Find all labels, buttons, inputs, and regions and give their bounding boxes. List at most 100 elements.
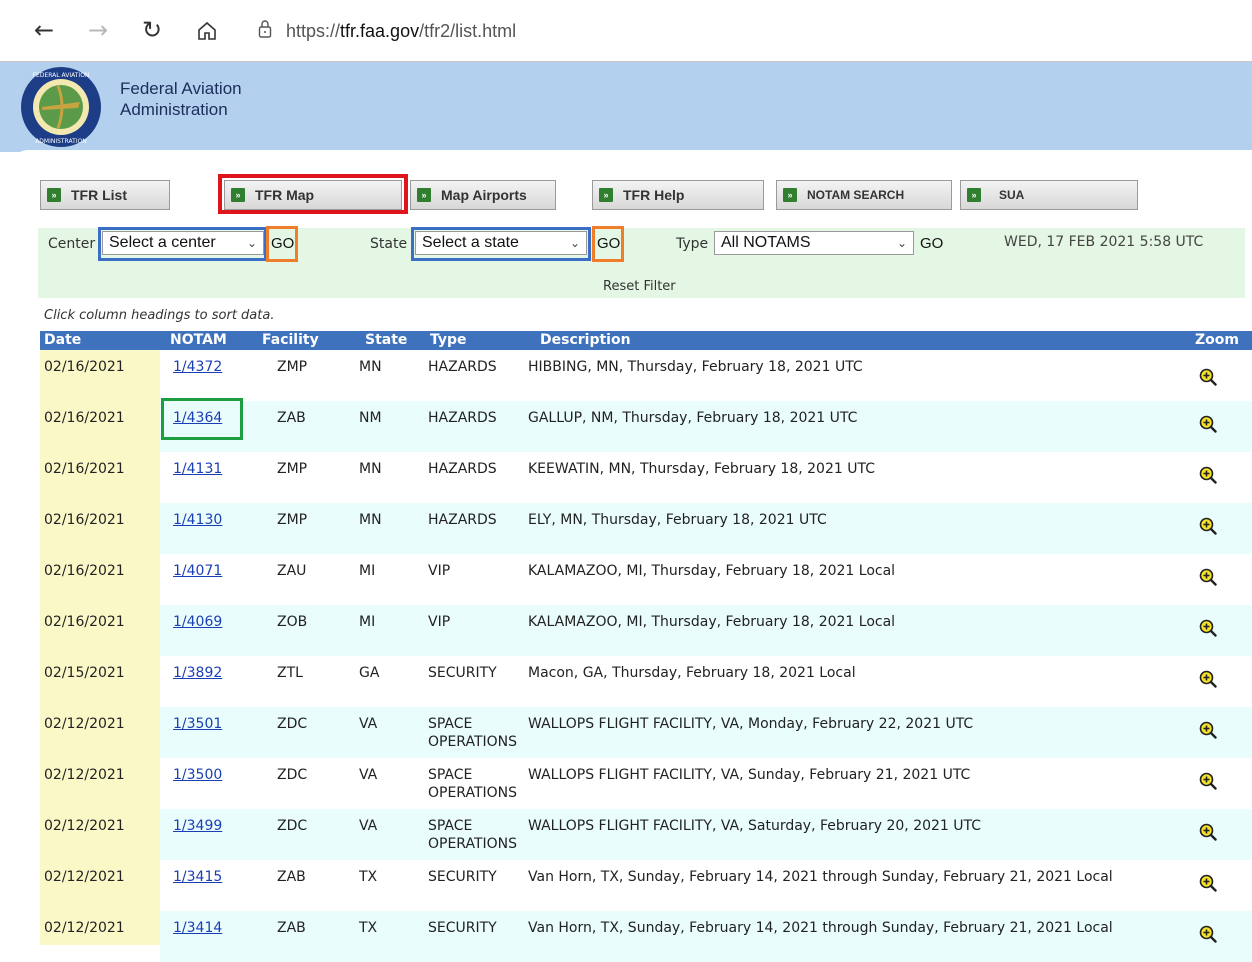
notam-link[interactable]: 1/4071 — [173, 562, 222, 580]
home-icon[interactable] — [196, 20, 218, 42]
tab-notam-search[interactable]: » NOTAM SEARCH — [776, 180, 952, 210]
url-domain: tfr.faa.gov — [340, 21, 420, 41]
type-go-button[interactable]: GO — [920, 235, 943, 252]
cell-date: 02/16/2021 — [44, 410, 125, 426]
double-chevron-icon: » — [783, 188, 797, 202]
column-header-type[interactable]: Type — [430, 331, 467, 350]
zoom-in-icon[interactable] — [1199, 772, 1217, 790]
state-go-button[interactable]: GO — [597, 235, 620, 252]
cell-date: 02/12/2021 — [44, 920, 125, 936]
column-header-date[interactable]: Date — [44, 331, 81, 350]
double-chevron-icon: » — [417, 188, 431, 202]
tab-label: TFR Map — [255, 187, 315, 203]
zoom-in-icon[interactable] — [1199, 823, 1217, 841]
column-header-facility[interactable]: Facility — [262, 331, 319, 350]
notam-link[interactable]: 1/4131 — [173, 460, 222, 478]
cell-date: 02/16/2021 — [44, 563, 125, 579]
tab-tfr-list[interactable]: » TFR List — [40, 180, 170, 210]
cell-facility: ZMP — [277, 359, 308, 375]
cell-type-line2: OPERATIONS — [428, 836, 518, 852]
cell-description: WALLOPS FLIGHT FACILITY, VA, Sunday, Feb… — [528, 767, 971, 783]
notam-link[interactable]: 1/4372 — [173, 358, 222, 376]
zoom-in-icon[interactable] — [1199, 568, 1217, 586]
notam-link[interactable]: 1/3499 — [173, 817, 222, 835]
state-select[interactable]: Select a state ⌄ — [415, 231, 587, 255]
tab-label: TFR Help — [623, 187, 685, 203]
center-select-value: Select a center — [109, 234, 216, 251]
table-header: Date NOTAM Facility State Type Descripti… — [40, 331, 1252, 350]
table-row: 02/16/2021 1/4372 ZMP MN HAZARDS HIBBING, MN,… — [44, 350, 1252, 401]
cell-state: NM — [359, 410, 382, 426]
cell-description: WALLOPS FLIGHT FACILITY, VA, Monday, Feb… — [528, 716, 974, 732]
reload-icon[interactable]: ↻ — [142, 16, 162, 44]
cell-state: TX — [359, 869, 378, 885]
notam-link[interactable]: 1/4069 — [173, 613, 222, 631]
zoom-in-icon[interactable] — [1199, 874, 1217, 892]
double-chevron-icon: » — [47, 188, 61, 202]
tab-sua[interactable]: » SUA — [960, 180, 1138, 210]
notam-link[interactable]: 1/3892 — [173, 664, 222, 682]
faa-header: FEDERAL AVIATION ADMINISTRATION Federal … — [0, 62, 1252, 152]
cell-description: KALAMAZOO, MI, Thursday, February 18, 20… — [528, 563, 896, 579]
notam-link[interactable]: 1/4364 — [173, 409, 222, 427]
cell-facility: ZDC — [277, 716, 308, 732]
table-row: 02/12/2021 1/3499 ZDC VA SPACE WALLOPS FLIGHT… — [44, 809, 1252, 860]
center-go-button[interactable]: GO — [271, 235, 294, 252]
zoom-in-icon[interactable] — [1199, 466, 1217, 484]
zoom-in-icon[interactable] — [1199, 670, 1217, 688]
tab-tfr-help[interactable]: » TFR Help — [592, 180, 764, 210]
table-row: 02/16/2021 1/4069 ZOB MI VIP KALAMAZOO, MI, T… — [44, 605, 1252, 656]
svg-text:ADMINISTRATION: ADMINISTRATION — [35, 138, 87, 145]
reset-filter-link[interactable]: Reset Filter — [603, 279, 676, 294]
zoom-in-icon[interactable] — [1199, 415, 1217, 433]
cell-description: WALLOPS FLIGHT FACILITY, VA, Saturday, F… — [528, 818, 982, 834]
notam-link[interactable]: 1/3414 — [173, 919, 222, 937]
org-name-line2: Administration — [120, 100, 228, 119]
notam-link[interactable]: 1/4130 — [173, 511, 222, 529]
cell-type: SECURITY — [428, 869, 497, 885]
table-row: 02/12/2021 1/3414 ZAB TX SECURITY Van Horn, T… — [44, 911, 1252, 962]
notam-link[interactable]: 1/3500 — [173, 766, 222, 784]
state-label: State — [370, 236, 408, 252]
center-select[interactable]: Select a center ⌄ — [102, 231, 264, 255]
column-header-state[interactable]: State — [365, 331, 407, 350]
column-header-notam[interactable]: NOTAM — [170, 331, 227, 350]
cell-description: HIBBING, MN, Thursday, February 18, 2021… — [528, 359, 863, 375]
zoom-in-icon[interactable] — [1199, 721, 1217, 739]
center-label: Center — [48, 236, 96, 252]
back-arrow-icon[interactable]: ← — [34, 16, 54, 44]
double-chevron-icon: » — [231, 188, 245, 202]
cell-state: GA — [359, 665, 380, 681]
cell-description: Van Horn, TX, Sunday, February 14, 2021 … — [528, 869, 1113, 885]
address-bar[interactable]: https://tfr.faa.gov/tfr2/list.html — [286, 18, 516, 44]
tab-label: Map Airports — [441, 187, 527, 203]
cell-type: SPACE — [428, 716, 473, 732]
cell-date: 02/12/2021 — [44, 767, 125, 783]
chevron-down-icon: ⌄ — [246, 236, 257, 250]
table-row: 02/12/2021 1/3501 ZDC VA SPACE WALLOPS FLIGHT… — [44, 707, 1252, 758]
cell-date: 02/12/2021 — [44, 716, 125, 732]
double-chevron-icon: » — [967, 188, 981, 202]
column-header-description[interactable]: Description — [540, 331, 631, 350]
tab-map-airports[interactable]: » Map Airports — [410, 180, 556, 210]
zoom-in-icon[interactable] — [1199, 925, 1217, 943]
table-row: 02/16/2021 1/4130 ZMP MN HAZARDS ELY, MN, Thu… — [44, 503, 1252, 554]
cell-date: 02/16/2021 — [44, 614, 125, 630]
cell-description: ELY, MN, Thursday, February 18, 2021 UTC — [528, 512, 827, 528]
zoom-in-icon[interactable] — [1199, 517, 1217, 535]
forward-arrow-icon[interactable]: → — [88, 16, 108, 44]
cell-description: KALAMAZOO, MI, Thursday, February 18, 20… — [528, 614, 896, 630]
type-select[interactable]: All NOTAMS ⌄ — [714, 231, 914, 255]
cell-type: SECURITY — [428, 665, 497, 681]
notam-link[interactable]: 1/3501 — [173, 715, 222, 733]
cell-date: 02/15/2021 — [44, 665, 125, 681]
cell-state: TX — [359, 920, 378, 936]
content-area-edge — [10, 150, 1252, 180]
notam-link[interactable]: 1/3415 — [173, 868, 222, 886]
current-datetime: WED, 17 FEB 2021 5:58 UTC — [1004, 234, 1204, 250]
org-name: Federal Aviation Administration — [120, 78, 242, 120]
lock-icon[interactable] — [258, 19, 272, 39]
tab-tfr-map[interactable]: » TFR Map — [224, 180, 402, 210]
zoom-in-icon[interactable] — [1199, 619, 1217, 637]
zoom-in-icon[interactable] — [1199, 368, 1217, 386]
